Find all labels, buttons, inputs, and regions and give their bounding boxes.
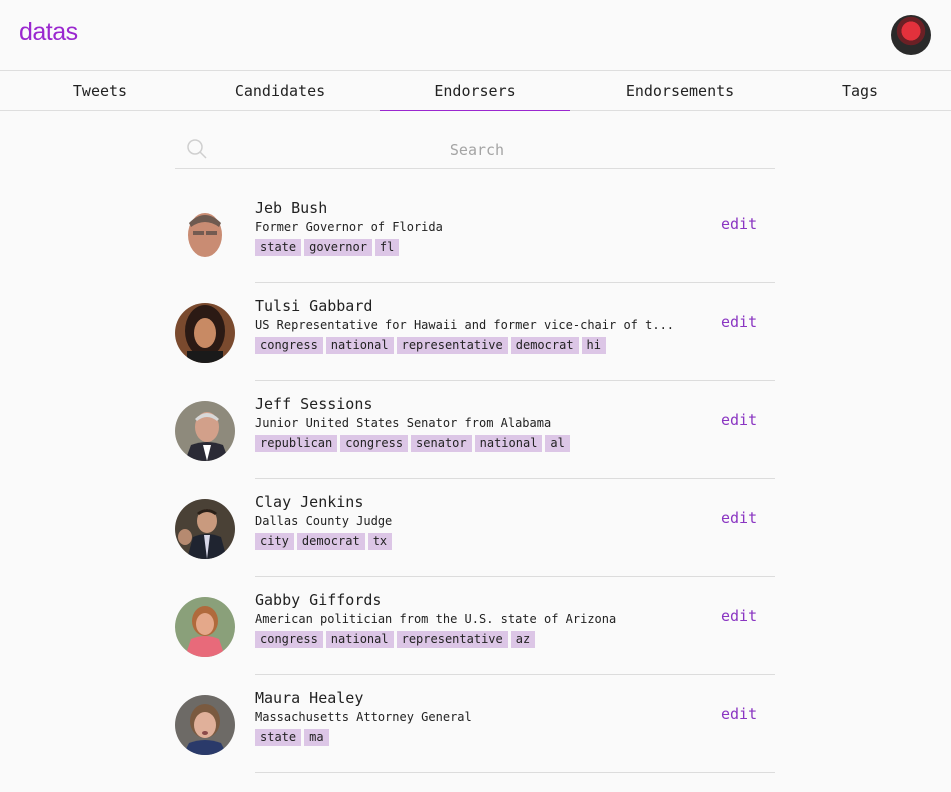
tag-list: republican congress senator national al xyxy=(255,435,573,452)
search-icon xyxy=(187,139,207,159)
tag-list: city democrat tx xyxy=(255,533,395,550)
avatar xyxy=(175,401,235,461)
endorser-name[interactable]: Jeff Sessions xyxy=(255,395,372,413)
face-icon xyxy=(188,213,222,257)
endorser-description: Massachusetts Attorney General xyxy=(255,710,472,724)
endorser-row-jeff-sessions: Jeff Sessions Junior United States Senat… xyxy=(175,381,775,479)
edit-link[interactable]: edit xyxy=(721,705,757,723)
tag[interactable]: fl xyxy=(374,239,400,256)
endorser-row-clay-jenkins: Clay Jenkins Dallas County Judge city de… xyxy=(175,479,775,577)
app-logo[interactable]: datas xyxy=(19,18,78,47)
tag[interactable]: representative xyxy=(396,631,508,648)
avatar xyxy=(175,205,235,265)
endorser-name[interactable]: Gabby Giffords xyxy=(255,591,381,609)
tag-list: state ma xyxy=(255,729,332,746)
main-nav: Tweets Candidates Endorsers Endorsements… xyxy=(0,70,951,111)
divider xyxy=(255,772,775,773)
tag[interactable]: az xyxy=(510,631,536,648)
face-icon xyxy=(178,509,227,559)
tag[interactable]: national xyxy=(474,435,543,452)
tag[interactable]: state xyxy=(255,729,302,746)
tag[interactable]: national xyxy=(325,631,394,648)
face-icon xyxy=(185,305,225,363)
tab-tags[interactable]: Tags xyxy=(760,71,951,111)
edit-link[interactable]: edit xyxy=(721,509,757,527)
endorser-description: Dallas County Judge xyxy=(255,514,393,528)
tag[interactable]: congress xyxy=(255,631,323,648)
endorser-name[interactable]: Tulsi Gabbard xyxy=(255,297,372,315)
endorser-name[interactable]: Clay Jenkins xyxy=(255,493,363,511)
tag[interactable]: democrat xyxy=(510,337,579,354)
edit-link[interactable]: edit xyxy=(721,215,757,233)
tag[interactable]: governor xyxy=(304,239,372,256)
avatar xyxy=(175,597,235,657)
tag[interactable]: republican xyxy=(255,435,338,452)
avatar xyxy=(175,499,235,559)
face-icon xyxy=(183,704,227,755)
edit-link[interactable]: edit xyxy=(721,607,757,625)
face-icon xyxy=(185,412,229,461)
endorser-name[interactable]: Maura Healey xyxy=(255,689,363,707)
tag[interactable]: ma xyxy=(304,729,329,746)
user-avatar[interactable] xyxy=(891,15,931,55)
tab-tweets[interactable]: Tweets xyxy=(0,71,200,111)
tag[interactable]: city xyxy=(255,533,294,550)
endorser-row-maura-healey: Maura Healey Massachusetts Attorney Gene… xyxy=(175,675,775,773)
tag[interactable]: tx xyxy=(367,533,393,550)
search-bar xyxy=(175,130,775,169)
endorser-name[interactable]: Jeb Bush xyxy=(255,199,327,217)
tag[interactable]: congress xyxy=(255,337,323,354)
endorser-description: American politician from the U.S. state … xyxy=(255,612,617,626)
endorser-description: US Representative for Hawaii and former … xyxy=(255,318,675,332)
search-input[interactable] xyxy=(215,135,739,165)
endorser-row-gabby-giffords: Gabby Giffords American politician from … xyxy=(175,577,775,675)
tab-candidates[interactable]: Candidates xyxy=(180,71,380,111)
tab-endorsements[interactable]: Endorsements xyxy=(580,71,780,111)
edit-link[interactable]: edit xyxy=(721,411,757,429)
endorser-row-jeb-bush: Jeb Bush Former Governor of Florida stat… xyxy=(175,185,775,283)
app-header: datas xyxy=(0,0,951,70)
tag[interactable]: democrat xyxy=(296,533,365,550)
tag[interactable]: national xyxy=(325,337,394,354)
endorser-row-tulsi-gabbard: Tulsi Gabbard US Representative for Hawa… xyxy=(175,283,775,381)
avatar xyxy=(175,303,235,363)
tag[interactable]: congress xyxy=(340,435,409,452)
tag[interactable]: al xyxy=(545,435,570,452)
endorser-description: Former Governor of Florida xyxy=(255,220,443,234)
tab-endorsers[interactable]: Endorsers xyxy=(380,71,570,111)
edit-link[interactable]: edit xyxy=(721,313,757,331)
face-icon xyxy=(185,606,225,657)
tag-list: state governor fl xyxy=(255,239,402,256)
tag[interactable]: state xyxy=(255,239,302,256)
endorser-description: Junior United States Senator from Alabam… xyxy=(255,416,552,430)
avatar xyxy=(175,695,235,755)
tag-list: congress national representative democra… xyxy=(255,337,609,354)
tag[interactable]: hi xyxy=(581,337,606,354)
tag[interactable]: representative xyxy=(396,337,508,354)
tag-list: congress national representative az xyxy=(255,631,538,648)
tag[interactable]: senator xyxy=(411,435,472,452)
